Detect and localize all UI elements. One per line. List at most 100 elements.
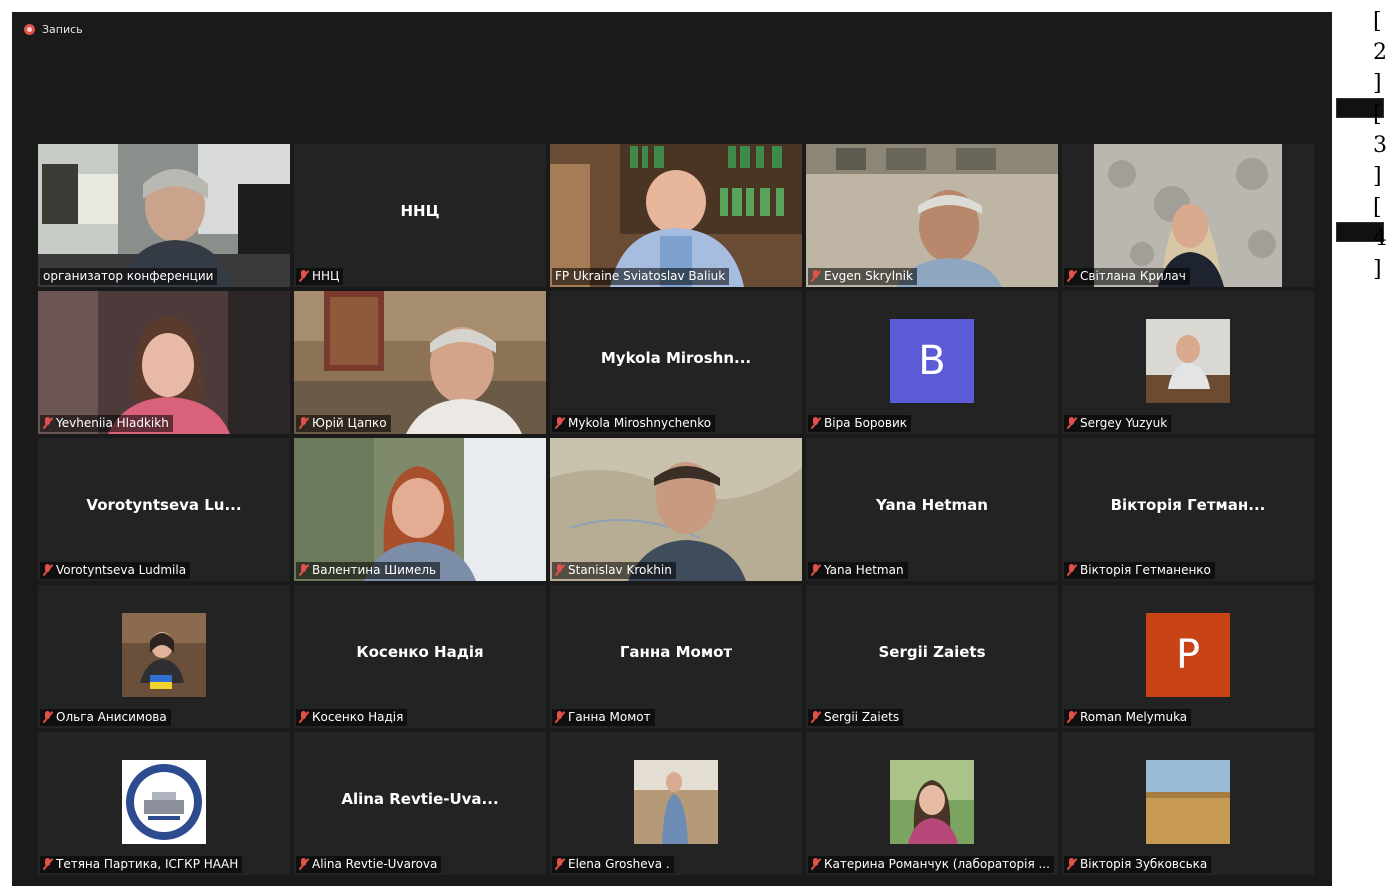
participant-nameplate: Вікторія Гетманенко bbox=[1064, 562, 1215, 579]
participant-tile[interactable]: Ольга Анисимова bbox=[38, 585, 290, 728]
mic-muted-icon bbox=[43, 417, 52, 429]
page-number-link[interactable]: 4 bbox=[1373, 223, 1386, 254]
participant-nameplate: Alina Revtie-Uvarova bbox=[296, 856, 442, 873]
mic-muted-icon bbox=[555, 564, 564, 576]
page-bracket: [ bbox=[1373, 102, 1382, 127]
participant-name: Alina Revtie-Uvarova bbox=[312, 857, 438, 871]
mic-muted-icon bbox=[43, 711, 52, 723]
gallery-grid: организатор конференции ННЦ ННЦ FP Ukrai… bbox=[38, 144, 1314, 875]
participant-name: Косенко Надія bbox=[312, 710, 404, 724]
page-number-link[interactable]: 2 bbox=[1373, 37, 1386, 68]
mic-muted-icon bbox=[1067, 858, 1076, 870]
page-navigation: [ 2 ] [ 3 ] [ 4 ] bbox=[1373, 6, 1386, 285]
page-bracket: [ bbox=[1373, 195, 1382, 220]
participant-tile[interactable]: Юрій Цапко bbox=[294, 291, 546, 434]
participant-name: Світлана Крилач bbox=[1080, 269, 1186, 283]
participant-nameplate: FP Ukraine Sviatoslav Baliuk bbox=[552, 268, 730, 285]
participant-tile[interactable]: Evgen Skrylnik bbox=[806, 144, 1058, 287]
mic-muted-icon bbox=[43, 858, 52, 870]
mic-muted-icon bbox=[1067, 270, 1076, 282]
participant-nameplate: Ольга Анисимова bbox=[40, 709, 171, 726]
participant-name: Yana Hetman bbox=[824, 563, 904, 577]
participant-name: Sergey Yuzyuk bbox=[1080, 416, 1168, 430]
mic-muted-icon bbox=[299, 564, 308, 576]
participant-nameplate: ННЦ bbox=[296, 268, 344, 285]
participant-nameplate: Yana Hetman bbox=[808, 562, 908, 579]
participant-tile[interactable]: Світлана Крилач bbox=[1062, 144, 1314, 287]
participant-name: Yevheniia Hladkikh bbox=[56, 416, 169, 430]
participant-display-name: ННЦ bbox=[400, 202, 440, 220]
participant-display-name: Sergii Zaiets bbox=[878, 643, 986, 661]
participant-tile[interactable]: Косенко Надія Косенко Надія bbox=[294, 585, 546, 728]
participant-nameplate: организатор конференции bbox=[40, 268, 218, 285]
participant-tile[interactable]: Ганна Момот Ганна Момот bbox=[550, 585, 802, 728]
participant-tile[interactable]: Валентина Шимель bbox=[294, 438, 546, 581]
participant-tile[interactable]: Alina Revtie-Uva... Alina Revtie-Uvarova bbox=[294, 732, 546, 875]
avatar-initial: B bbox=[890, 319, 974, 403]
avatar bbox=[122, 613, 206, 697]
participant-nameplate: Vorotyntseva Ludmila bbox=[40, 562, 191, 579]
participant-tile[interactable]: ННЦ ННЦ bbox=[294, 144, 546, 287]
participant-nameplate: Elena Grosheva . bbox=[552, 856, 674, 873]
mic-muted-icon bbox=[1067, 417, 1076, 429]
participant-video bbox=[550, 144, 802, 287]
participant-display-name: Mykola Miroshn... bbox=[600, 349, 752, 367]
avatar bbox=[890, 760, 974, 844]
participant-nameplate: Evgen Skrylnik bbox=[808, 268, 917, 285]
participant-tile[interactable]: Вікторія Гетман... Вікторія Гетманенко bbox=[1062, 438, 1314, 581]
page-bracket: [ bbox=[1373, 9, 1382, 34]
participant-video bbox=[38, 144, 290, 287]
mic-muted-icon bbox=[299, 858, 308, 870]
participant-tile[interactable]: Yana Hetman Yana Hetman bbox=[806, 438, 1058, 581]
page-number-link[interactable]: 3 bbox=[1373, 130, 1386, 161]
participant-tile[interactable]: Катерина Романчук (лабораторія ... bbox=[806, 732, 1058, 875]
participant-tile[interactable]: Yevheniia Hladkikh bbox=[38, 291, 290, 434]
mic-muted-icon bbox=[43, 564, 52, 576]
participant-name: FP Ukraine Sviatoslav Baliuk bbox=[555, 269, 726, 283]
page-bracket: ] bbox=[1373, 71, 1382, 96]
mic-muted-icon bbox=[299, 711, 308, 723]
participant-name: Ольга Анисимова bbox=[56, 710, 167, 724]
participant-display-name: Alina Revtie-Uva... bbox=[341, 790, 499, 808]
participant-nameplate: Тетяна Партика, ІСГКР НААН bbox=[40, 856, 243, 873]
participant-nameplate: Віра Боровик bbox=[808, 415, 912, 432]
participant-nameplate: Юрій Цапко bbox=[296, 415, 391, 432]
participant-tile[interactable]: Вікторія Зубковська bbox=[1062, 732, 1314, 875]
participant-tile[interactable]: организатор конференции bbox=[38, 144, 290, 287]
participant-tile[interactable]: B Віра Боровик bbox=[806, 291, 1058, 434]
participant-tile[interactable]: P Roman Melymuka bbox=[1062, 585, 1314, 728]
participant-name: Sergii Zaiets bbox=[824, 710, 900, 724]
participant-name: организатор конференции bbox=[43, 269, 214, 283]
participant-display-name: Вікторія Гетман... bbox=[1110, 496, 1266, 514]
participant-tile[interactable]: Sergii Zaiets Sergii Zaiets bbox=[806, 585, 1058, 728]
recording-label: Запись bbox=[42, 23, 83, 36]
avatar bbox=[122, 760, 206, 844]
participant-name: Evgen Skrylnik bbox=[824, 269, 913, 283]
active-speaker-tile[interactable]: FP Ukraine Sviatoslav Baliuk bbox=[550, 144, 802, 287]
participant-name: Vorotyntseva Ludmila bbox=[56, 563, 187, 577]
participant-tile[interactable]: Stanislav Krokhin bbox=[550, 438, 802, 581]
participant-video bbox=[38, 291, 290, 434]
participant-tile[interactable]: Тетяна Партика, ІСГКР НААН bbox=[38, 732, 290, 875]
participant-name: Stanislav Krokhin bbox=[568, 563, 672, 577]
mic-muted-icon bbox=[555, 858, 564, 870]
participant-name: Roman Melymuka bbox=[1080, 710, 1188, 724]
participant-nameplate: Sergii Zaiets bbox=[808, 709, 904, 726]
participant-tile[interactable]: Mykola Miroshn... Mykola Miroshnychenko bbox=[550, 291, 802, 434]
participant-nameplate: Валентина Шимель bbox=[296, 562, 441, 579]
mic-muted-icon bbox=[299, 270, 308, 282]
participant-nameplate: Yevheniia Hladkikh bbox=[40, 415, 173, 432]
recording-indicator[interactable]: Запись bbox=[24, 23, 83, 36]
participant-tile[interactable]: Sergey Yuzyuk bbox=[1062, 291, 1314, 434]
mic-muted-icon bbox=[555, 417, 564, 429]
mic-muted-icon bbox=[555, 711, 564, 723]
participant-name: Вікторія Гетманенко bbox=[1080, 563, 1211, 577]
participant-tile[interactable]: Elena Grosheva . bbox=[550, 732, 802, 875]
participant-nameplate: Ганна Момот bbox=[552, 709, 655, 726]
page-bracket: ] bbox=[1373, 164, 1382, 189]
participant-name: Тетяна Партика, ІСГКР НААН bbox=[56, 857, 239, 871]
participant-nameplate: Світлана Крилач bbox=[1064, 268, 1190, 285]
participant-name: Ганна Момот bbox=[568, 710, 651, 724]
record-icon bbox=[24, 24, 35, 35]
participant-tile[interactable]: Vorotyntseva Lu... Vorotyntseva Ludmila bbox=[38, 438, 290, 581]
